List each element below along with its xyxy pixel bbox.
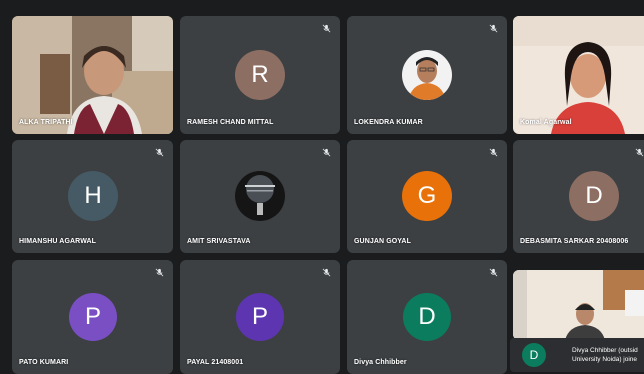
participant-name: LOKENDRA KUMAR [354, 119, 423, 126]
mic-off-icon [489, 148, 498, 157]
participant-name: RAMESH CHAND MITTAL [187, 119, 274, 126]
participant-tile-debasmita[interactable]: D DEBASMITA SARKAR 20408006 [513, 140, 644, 253]
avatar: G [402, 171, 452, 221]
mic-off-icon [322, 24, 331, 33]
avatar-photo [235, 171, 285, 221]
participant-tile-himanshu[interactable]: H HIMANSHU AGARWAL [12, 140, 173, 253]
participant-name: AMIT SRIVASTAVA [187, 238, 251, 245]
participant-tile-gunjan[interactable]: G GUNJAN GOYAL [347, 140, 507, 253]
participant-tile-alka[interactable]: ALKA TRIPATHI [12, 16, 173, 134]
avatar-photo [402, 50, 452, 100]
participant-tile-divya[interactable]: D Divya Chhibber [347, 260, 507, 374]
mic-off-icon [489, 268, 498, 277]
mic-off-icon [635, 148, 644, 157]
participant-name: PATO KUMARI [19, 359, 69, 366]
participant-name: Komal Agarwal [520, 119, 572, 126]
notification-text: Divya Chhibber (outsid University Noida)… [572, 346, 638, 364]
participant-name: GUNJAN GOYAL [354, 238, 411, 245]
avatar: R [235, 50, 285, 100]
participant-name: PAYAL 21408001 [187, 359, 244, 366]
participant-video-feed [12, 16, 173, 134]
participant-tile-payal[interactable]: P PAYAL 21408001 [180, 260, 340, 374]
mic-off-icon [489, 24, 498, 33]
participant-tile-ramesh[interactable]: R RAMESH CHAND MITTAL [180, 16, 340, 134]
participant-tile-lokendra[interactable]: LOKENDRA KUMAR [347, 16, 507, 134]
avatar: P [236, 293, 284, 341]
participant-grid: ALKA TRIPATHI R RAMESH CHAND MITTAL LOKE… [0, 0, 644, 374]
participant-video-feed [513, 16, 644, 134]
participant-tile-self-video[interactable] [513, 270, 644, 340]
avatar: D [569, 171, 619, 221]
notification-line: University Noida) joine [572, 356, 638, 363]
avatar: H [68, 171, 118, 221]
mic-off-icon [322, 148, 331, 157]
join-notification: D Divya Chhibber (outsid University Noid… [510, 338, 644, 372]
avatar: D [403, 293, 451, 341]
mic-off-icon [322, 268, 331, 277]
participant-name: Divya Chhibber [354, 359, 407, 366]
mic-off-icon [155, 268, 164, 277]
participant-name: DEBASMITA SARKAR 20408006 [520, 238, 629, 245]
participant-video-feed [513, 270, 644, 340]
mic-off-icon [155, 148, 164, 157]
participant-name: HIMANSHU AGARWAL [19, 238, 97, 245]
notification-line: Divya Chhibber (outsid [572, 347, 638, 354]
participant-tile-pato[interactable]: P PATO KUMARI [12, 260, 173, 374]
participant-tile-komal[interactable]: Komal Agarwal [513, 16, 644, 134]
notification-avatar: D [522, 343, 546, 367]
participant-name: ALKA TRIPATHI [19, 119, 73, 126]
avatar: P [69, 293, 117, 341]
participant-tile-amit[interactable]: AMIT SRIVASTAVA [180, 140, 340, 253]
